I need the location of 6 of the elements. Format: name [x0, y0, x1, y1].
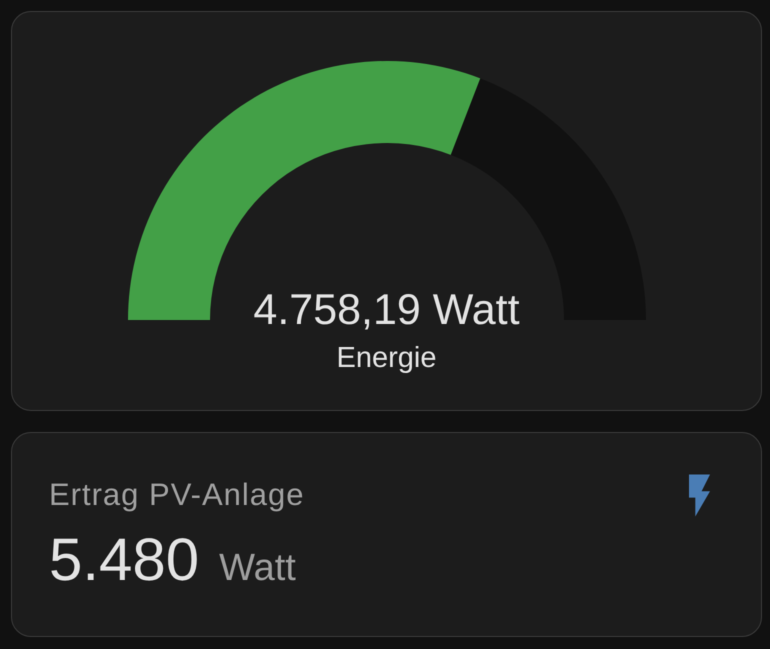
sensor-name: Ertrag PV-Anlage	[49, 479, 305, 510]
sensor-unit: Watt	[219, 549, 296, 587]
lightning-icon	[689, 474, 710, 517]
gauge-value: 4.758,19 Watt	[253, 289, 520, 332]
sensor-value: 5.480	[49, 530, 200, 590]
gauge-label: Energie	[336, 344, 436, 373]
